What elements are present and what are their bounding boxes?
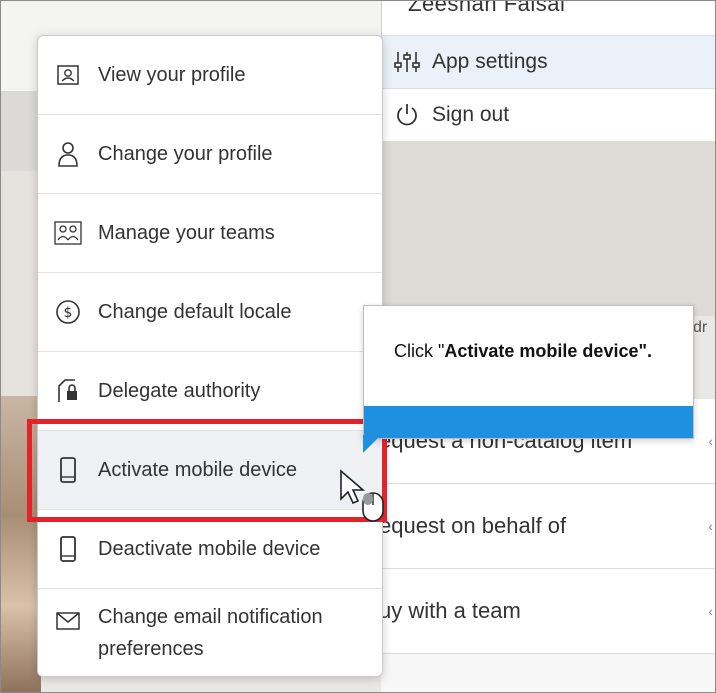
envelope-icon — [38, 601, 98, 631]
mouse-cursor-icon — [337, 469, 387, 530]
mobile-device-icon — [38, 535, 98, 563]
background-panel — [381, 141, 715, 316]
lock-document-icon — [38, 378, 98, 404]
menu-item-view-profile[interactable]: View your profile — [38, 36, 382, 115]
menu-item-label: Deactivate mobile device — [98, 537, 321, 560]
row-trail: ‹ — [708, 433, 713, 449]
peek-label: dr — [693, 319, 708, 336]
tooltip-bar — [364, 406, 693, 438]
menu-item-email-notifications[interactable]: Change email notification preferences — [38, 589, 382, 676]
list-item-label: uy with a team — [379, 598, 521, 623]
svg-text:$: $ — [64, 305, 73, 321]
person-icon — [38, 141, 98, 167]
menu-item-change-profile[interactable]: Change your profile — [38, 115, 382, 194]
sign-out-item[interactable]: Sign out — [382, 89, 715, 141]
menu-item-label: Delegate authority — [98, 379, 261, 402]
menu-item-label: Change your profile — [98, 142, 273, 165]
tooltip-bold: Activate mobile device". — [444, 341, 653, 361]
list-item-label: equest on behalf of — [379, 513, 567, 538]
guide-tooltip: Click "Activate mobile device". — [363, 305, 694, 439]
power-icon — [382, 102, 432, 128]
user-menu: Zeeshan Faisal App settings Sign out — [381, 0, 715, 141]
user-name: Zeeshan Faisal — [408, 0, 566, 16]
team-icon — [38, 221, 98, 245]
menu-item-label: Change email notification preferences — [98, 601, 323, 665]
dollar-circle-icon: $ — [38, 299, 98, 325]
tooltip-prefix: Click " — [394, 341, 445, 361]
profile-card-icon — [38, 64, 98, 86]
row-trail: ‹ — [708, 603, 713, 619]
app-settings-label: App settings — [432, 50, 548, 73]
menu-item-label: Manage your teams — [98, 221, 275, 244]
tooltip-pointer — [363, 435, 381, 453]
menu-item-manage-teams[interactable]: Manage your teams — [38, 194, 382, 273]
screen-frame: Zeeshan Faisal App settings Sign out equ… — [0, 0, 716, 693]
sliders-icon — [382, 50, 432, 74]
profile-menu: View your profile Change your profile Ma… — [37, 35, 383, 677]
menu-item-label: Change default locale — [98, 300, 292, 323]
menu-item-label-line2: preferences — [98, 638, 204, 660]
row-trail: ‹ — [708, 518, 713, 534]
menu-item-label: View your profile — [98, 63, 246, 86]
menu-item-label-line1: Change email notification — [98, 606, 323, 628]
tooltip-text: Click "Activate mobile device". — [394, 340, 654, 362]
list-item[interactable]: uy with a team ‹ — [379, 569, 715, 654]
sign-out-label: Sign out — [432, 103, 510, 126]
list-item[interactable]: equest on behalf of ‹ — [379, 484, 715, 569]
menu-item-change-locale[interactable]: $ Change default locale — [38, 273, 382, 352]
app-settings-item[interactable]: App settings — [382, 35, 715, 89]
highlight-box — [27, 419, 387, 522]
